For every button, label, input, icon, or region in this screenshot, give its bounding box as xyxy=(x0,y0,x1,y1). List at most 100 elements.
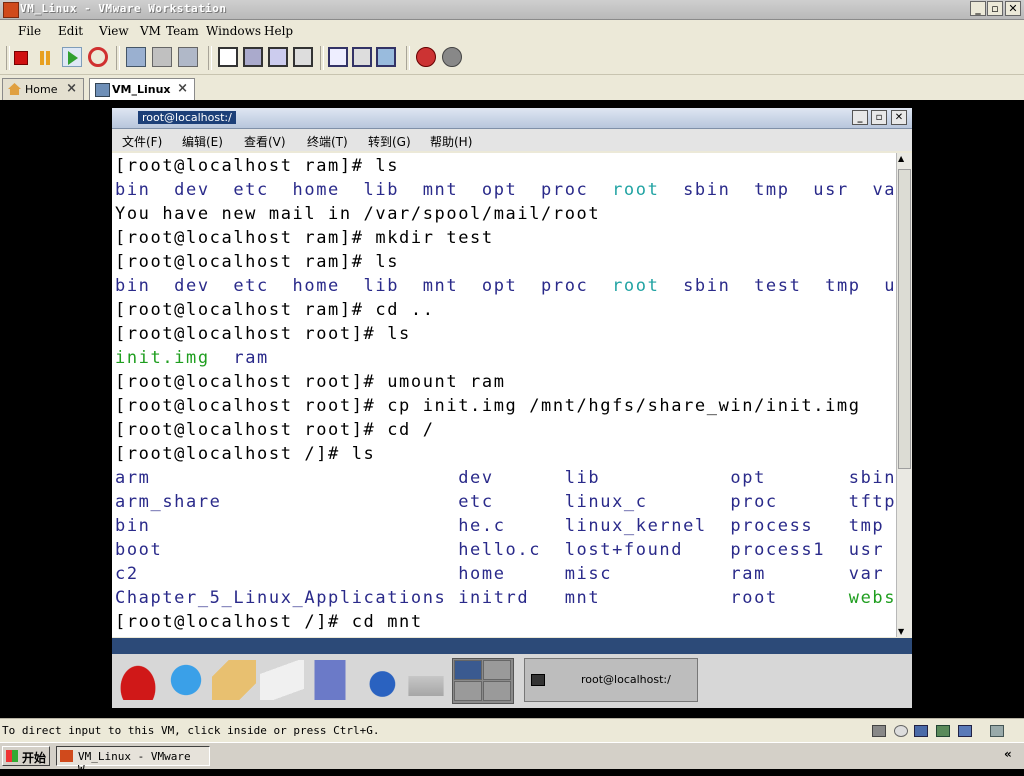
network-icon[interactable] xyxy=(936,725,950,737)
maximize-button[interactable]: ▫ xyxy=(987,1,1003,16)
tab-home-label: Home xyxy=(25,83,58,96)
menu-vm[interactable]: VM xyxy=(140,24,161,38)
terminal-text: root xyxy=(612,276,660,296)
scroll-up-icon[interactable]: ▲ xyxy=(898,154,904,163)
tab-bar: Home × VM_Linux × xyxy=(0,75,1024,102)
terminal-line: Chapter_5_Linux_Applications initrd mnt … xyxy=(115,588,896,608)
terminal-text: [root@localhost ram]# mkdir test xyxy=(115,228,494,248)
full-screen-icon[interactable] xyxy=(268,47,288,67)
terminal-close-button[interactable]: ✕ xyxy=(891,110,907,125)
terminal-text: You have new mail in /var/spool/mail/roo… xyxy=(115,204,601,224)
terminal-text: [root@localhost ram]# cd .. xyxy=(115,300,435,320)
power-off-icon[interactable] xyxy=(14,51,28,65)
floppy-icon[interactable] xyxy=(914,725,928,737)
terminal-text: bin dev etc home lib mnt opt proc xyxy=(115,180,613,200)
terminal-text: [root@localhost /]# ls xyxy=(115,444,376,464)
terminal-text: boot hello.c lost+found process1 usr xyxy=(115,540,885,560)
menu-file[interactable]: File xyxy=(18,24,41,38)
terminal-text: bin he.c linux_kernel process tmp xyxy=(115,516,885,536)
writer-icon[interactable] xyxy=(260,660,304,700)
menu-edit[interactable]: Edit xyxy=(58,24,83,38)
tab-home[interactable]: Home × xyxy=(2,78,84,100)
quick-switch-icon[interactable] xyxy=(243,47,263,67)
summary-view-icon[interactable] xyxy=(352,47,372,67)
menu-team[interactable]: Team xyxy=(166,24,199,38)
terminal-text: [root@localhost /]# cd mnt xyxy=(115,612,423,632)
terminal-menu-view[interactable]: 查看(V) xyxy=(244,133,286,150)
appliance-view-icon[interactable] xyxy=(376,47,396,67)
mail-icon[interactable] xyxy=(212,660,256,700)
home-icon xyxy=(8,83,21,95)
sidebar-toggle-icon[interactable] xyxy=(218,47,238,67)
terminal-line: c2 home misc ram var xyxy=(115,564,884,584)
calc-icon[interactable] xyxy=(308,660,352,700)
terminal-line: bin dev etc home lib mnt opt proc root s… xyxy=(115,180,896,200)
cdrom-icon[interactable] xyxy=(894,725,908,737)
replay-icon[interactable] xyxy=(442,47,462,67)
record-icon[interactable] xyxy=(416,47,436,67)
snapshot-icon[interactable] xyxy=(126,47,146,67)
workspace-switcher[interactable] xyxy=(452,658,514,704)
terminal-title: root@localhost:/ xyxy=(138,111,236,124)
suspend-icon[interactable] xyxy=(38,51,52,65)
power-on-icon[interactable] xyxy=(62,47,82,67)
hard-disk-icon[interactable] xyxy=(872,725,886,737)
taskbar-terminal-label: root@localhost:/ xyxy=(581,673,671,686)
terminal-line: bin dev etc home lib mnt opt proc root s… xyxy=(115,276,896,296)
taskbar-vmware-label: VM_Linux - VMware W... xyxy=(78,750,191,776)
start-label: 开始 xyxy=(22,751,47,765)
web-browser-icon[interactable] xyxy=(164,660,208,700)
console-view-icon[interactable] xyxy=(328,47,348,67)
scrollbar-thumb[interactable] xyxy=(898,169,911,469)
terminal-output[interactable]: [root@localhost ram]# ls bin dev etc home… xyxy=(112,153,896,637)
close-tab-home-icon[interactable]: × xyxy=(66,81,77,96)
terminal-line: arm_share etc linux_c proc tftpboot xyxy=(115,492,896,512)
close-tab-vm-icon[interactable]: × xyxy=(177,81,188,96)
taskbar-vmware-button[interactable]: VM_Linux - VMware W... xyxy=(56,746,210,776)
terminal-menubar: 文件(F) 编辑(E) 查看(V) 终端(T) 转到(G) 帮助(H) xyxy=(112,129,912,151)
menu-help[interactable]: Help xyxy=(264,24,293,38)
terminal-line: You have new mail in /var/spool/mail/roo… xyxy=(115,204,600,224)
gnome-panel: root@localhost:/ xyxy=(112,638,912,708)
terminal-text: sbin tmp usr var xyxy=(659,180,896,200)
snapshot-manager-icon[interactable] xyxy=(178,47,198,67)
messages-icon[interactable] xyxy=(990,725,1004,737)
terminal-text: arm dev lib opt sbin xyxy=(115,468,896,488)
menu-view[interactable]: View xyxy=(99,24,129,38)
redhat-menu-icon[interactable] xyxy=(116,660,160,700)
taskbar-terminal-button[interactable]: root@localhost:/ xyxy=(524,658,698,702)
printer-icon[interactable] xyxy=(408,676,444,696)
start-button[interactable]: 开始 xyxy=(2,746,50,766)
terminal-maximize-button[interactable]: ▫ xyxy=(871,110,887,125)
terminal-titlebar: root@localhost:/ _ ▫ ✕ xyxy=(112,108,912,129)
unity-icon[interactable] xyxy=(293,47,313,67)
terminal-text: webserver.c xyxy=(848,588,896,608)
close-button[interactable]: ✕ xyxy=(1005,1,1021,16)
status-bar: To direct input to this VM, click inside… xyxy=(0,718,1024,743)
terminal-text: Chapter_5_Linux_Applications initrd mnt … xyxy=(115,588,849,608)
terminal-scrollbar[interactable]: ▲ ▼ xyxy=(896,153,912,637)
tray-expand-icon[interactable]: « xyxy=(1004,747,1020,763)
terminal-menu-file[interactable]: 文件(F) xyxy=(122,133,162,150)
menu-windows[interactable]: Windows xyxy=(206,24,261,38)
terminal-text: ram xyxy=(209,348,269,368)
tab-vm-linux[interactable]: VM_Linux × xyxy=(89,78,195,100)
usb-icon[interactable] xyxy=(958,725,972,737)
minimize-button[interactable]: _ xyxy=(970,1,986,16)
terminal-menu-go[interactable]: 转到(G) xyxy=(368,133,411,150)
presentation-icon[interactable] xyxy=(356,660,400,700)
terminal-window[interactable]: root@localhost:/ _ ▫ ✕ 文件(F) 编辑(E) 查看(V)… xyxy=(112,108,912,638)
terminal-line: bin he.c linux_kernel process tmp xyxy=(115,516,884,536)
terminal-line: boot hello.c lost+found process1 usr xyxy=(115,540,884,560)
reset-icon[interactable] xyxy=(88,47,108,67)
terminal-menu-terminal[interactable]: 终端(T) xyxy=(307,133,348,150)
revert-snapshot-icon[interactable] xyxy=(152,47,172,67)
terminal-line: [root@localhost root]# cd / xyxy=(115,420,435,440)
terminal-menu-help[interactable]: 帮助(H) xyxy=(430,133,472,150)
terminal-text: arm_share etc linux_c proc tftpboot xyxy=(115,492,896,512)
terminal-line: [root@localhost ram]# ls xyxy=(115,252,399,272)
scroll-down-icon[interactable]: ▼ xyxy=(898,627,904,636)
terminal-minimize-button[interactable]: _ xyxy=(852,110,868,125)
terminal-menu-edit[interactable]: 编辑(E) xyxy=(182,133,223,150)
menubar: File Edit View VM Team Windows Help xyxy=(0,20,1024,42)
